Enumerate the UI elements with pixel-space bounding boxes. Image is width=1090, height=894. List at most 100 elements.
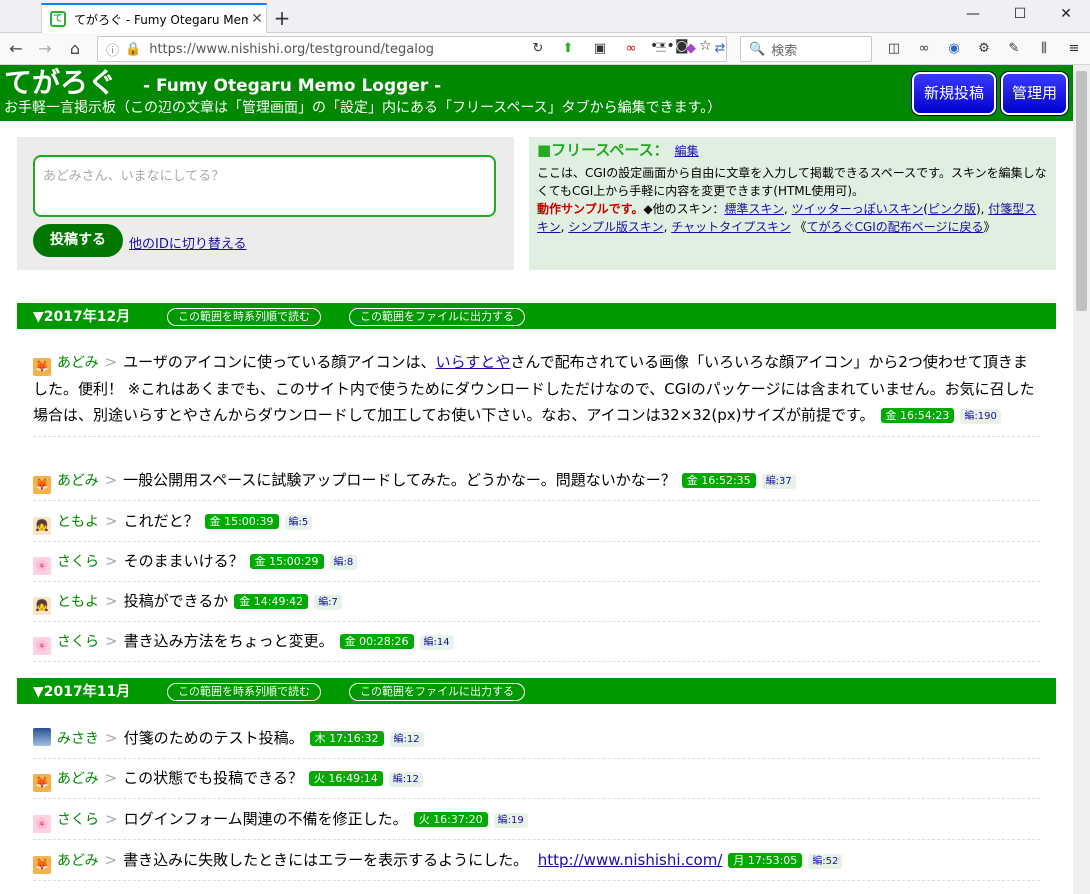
sidebar-icon[interactable]: ◫: [884, 39, 904, 59]
search-placeholder: 検索: [771, 43, 798, 59]
minimize-icon[interactable]: —: [963, 6, 983, 22]
list-item: 🌸 さくら > そのままいける？金 15:00:29 編:8: [33, 548, 1040, 582]
read-chrono-button[interactable]: この範囲を時系列順で読む: [167, 683, 321, 701]
timestamp-badge[interactable]: 金 15:00:39: [204, 514, 279, 529]
post-url-link[interactable]: http://www.nishishi.com/: [538, 851, 723, 869]
author-name[interactable]: さくら: [57, 812, 99, 828]
edit-badge[interactable]: 編:14: [419, 635, 454, 650]
settings-gear-icon[interactable]: ⚙: [974, 39, 994, 59]
reload-icon[interactable]: ↻: [528, 39, 548, 59]
timestamp-badge[interactable]: 金 15:00:29: [249, 554, 324, 569]
month-title: ▼2017年11月: [33, 684, 131, 700]
list-item: 👧 ともよ > これだと？金 15:00:39 編:5: [33, 508, 1040, 542]
read-chrono-button[interactable]: この範囲を時系列順で読む: [167, 308, 321, 326]
admin-button[interactable]: 管理用: [1001, 72, 1068, 115]
export-file-button[interactable]: この範囲をファイルに出力する: [349, 308, 525, 326]
edit-badge[interactable]: 編:190: [960, 409, 1001, 424]
author-name[interactable]: さくら: [57, 554, 99, 570]
skin-link-simple[interactable]: シンプル版スキン: [568, 220, 663, 234]
timestamp-badge[interactable]: 金 16:54:23: [880, 408, 955, 423]
new-tab-icon[interactable]: +: [272, 6, 292, 30]
timestamp-badge[interactable]: 金 16:52:35: [681, 473, 756, 488]
extension-globe-icon[interactable]: ◉: [944, 39, 964, 59]
list-item: みさき > 付箋のためのテスト投稿。木 17:16:32 編:12: [33, 725, 1040, 759]
home-icon[interactable]: ⌂: [64, 38, 86, 60]
site-logo[interactable]: てがろぐ: [4, 66, 116, 100]
edit-badge[interactable]: 編:19: [493, 813, 528, 828]
extension-link-icon[interactable]: ∞: [621, 39, 641, 59]
export-file-button[interactable]: この範囲をファイルに出力する: [349, 683, 525, 701]
wrench-icon[interactable]: ✎: [1004, 39, 1024, 59]
post-link[interactable]: いらすとや: [436, 353, 511, 371]
list-item: 🌸 さくら > 書き込み方法をちょっと変更。金 00:28:26 編:14: [33, 628, 1040, 662]
close-window-icon[interactable]: ✕: [1056, 6, 1076, 22]
list-item: 🦊 あどみ > ユーザのアイコンに使っている顔アイコンは、いらすとやさんで配布されてい…: [33, 349, 1040, 437]
menu-icon[interactable]: ≡: [1064, 39, 1084, 59]
post-text: 書き込みに失敗したときにはエラーを表示するようにした。: [123, 851, 529, 869]
info-icon[interactable]: ⓘ: [106, 40, 119, 59]
page-scrollbar[interactable]: [1073, 65, 1090, 894]
scrollbar-thumb[interactable]: [1076, 71, 1087, 311]
submit-post-button[interactable]: 投稿する: [33, 224, 123, 257]
maximize-icon[interactable]: ☐: [1010, 6, 1030, 22]
list-item: 🦊 あどみ > 一般公開用スペースに試験アップロードしてみた。どうかなー。問題ないかな…: [33, 467, 1040, 501]
post-text: そのままいける？: [123, 552, 244, 570]
edit-badge[interactable]: 編:7: [314, 595, 342, 610]
extension-arrow-icon[interactable]: ⬆: [558, 39, 578, 59]
post-text: この状態でも投稿できる？: [123, 769, 303, 787]
list-item: 🦊 あどみ > この状態でも投稿できる？火 16:49:14 編:12: [33, 765, 1040, 799]
post-textarea[interactable]: [33, 155, 496, 217]
forward-icon[interactable]: →: [34, 38, 56, 60]
extension-cube-icon[interactable]: ◆: [681, 39, 701, 59]
edit-badge[interactable]: 編:37: [761, 474, 796, 489]
post-text: 投稿ができるか: [123, 592, 229, 610]
link-icon[interactable]: ∞: [914, 39, 934, 59]
author-name[interactable]: みさき: [57, 731, 99, 747]
favicon-icon: て: [50, 11, 66, 27]
timestamp-badge[interactable]: 火 16:49:14: [308, 771, 383, 786]
author-name[interactable]: さくら: [57, 634, 99, 650]
timestamp-badge[interactable]: 金 00:28:26: [339, 634, 414, 649]
library-icon[interactable]: ⫼: [1034, 39, 1054, 59]
edit-badge[interactable]: 編:52: [808, 854, 843, 869]
free-space-title: ■フリースペース：: [537, 141, 669, 159]
timestamp-badge[interactable]: 木 17:16:32: [309, 731, 384, 746]
skin-link-standard[interactable]: 標準スキン: [724, 202, 784, 216]
author-name[interactable]: あどみ: [57, 355, 99, 371]
browser-tab[interactable]: て てがろぐ - Fumy Otegaru Memo ✕: [41, 3, 267, 33]
translate-icon[interactable]: ⇄: [710, 39, 730, 59]
edit-badge[interactable]: 編:12: [388, 772, 423, 787]
skin-link-chat[interactable]: チャットタイプスキン: [671, 220, 791, 234]
skin-link-pink[interactable]: ピンク版: [928, 202, 976, 216]
edit-badge[interactable]: 編:5: [284, 515, 313, 530]
back-to-distribution-link[interactable]: てがろぐCGIの配布ページに戻る: [807, 220, 984, 234]
free-space-panel: ■フリースペース： 編集 ここは、CGIの設定画面から自由に文章を入力して掲載でき…: [529, 137, 1056, 270]
author-name[interactable]: ともよ: [57, 514, 99, 530]
author-name[interactable]: あどみ: [57, 473, 99, 489]
list-item: 🦊 あどみ > 書き込みに失敗したときにはエラーを表示するようにした。 http://…: [33, 847, 1040, 881]
free-space-intro: ここは、CGIの設定画面から自由に文章を入力して掲載できるスペースです。スキンを…: [537, 166, 1047, 198]
switch-id-link[interactable]: 他のIDに切り替える: [129, 233, 246, 252]
author-name[interactable]: あどみ: [57, 853, 99, 869]
month-title: ▼2017年12月: [33, 309, 131, 325]
skin-link-twitter[interactable]: ツイッターっぽいスキン: [792, 202, 924, 216]
timestamp-badge[interactable]: 金 14:49:42: [234, 594, 309, 609]
author-name[interactable]: ともよ: [57, 594, 99, 610]
lock-icon: 🔒: [125, 41, 142, 57]
author-name[interactable]: あどみ: [57, 771, 99, 787]
timestamp-badge[interactable]: 月 17:53:05: [728, 853, 803, 868]
page-content: てがろぐ - Fumy Otegaru Memo Logger - お手軽一言掲…: [0, 65, 1073, 894]
extension-reader-icon[interactable]: ▣: [590, 39, 610, 59]
rss-icon[interactable]: ☰: [651, 39, 671, 59]
new-post-button[interactable]: 新規投稿: [912, 72, 996, 115]
post-text: 書き込み方法をちょっと変更。: [123, 632, 334, 650]
edit-badge[interactable]: 編:8: [329, 555, 358, 570]
search-box[interactable]: 🔍 検索: [740, 36, 872, 62]
mountain-avatar-icon: [33, 728, 51, 746]
free-space-edit-link[interactable]: 編集: [675, 144, 699, 158]
back-icon[interactable]: ←: [5, 38, 27, 60]
edit-badge[interactable]: 編:12: [389, 732, 424, 747]
flower-avatar-icon: 🌸: [33, 557, 51, 575]
timestamp-badge[interactable]: 火 16:37:20: [413, 812, 488, 827]
close-tab-icon[interactable]: ✕: [248, 11, 266, 27]
